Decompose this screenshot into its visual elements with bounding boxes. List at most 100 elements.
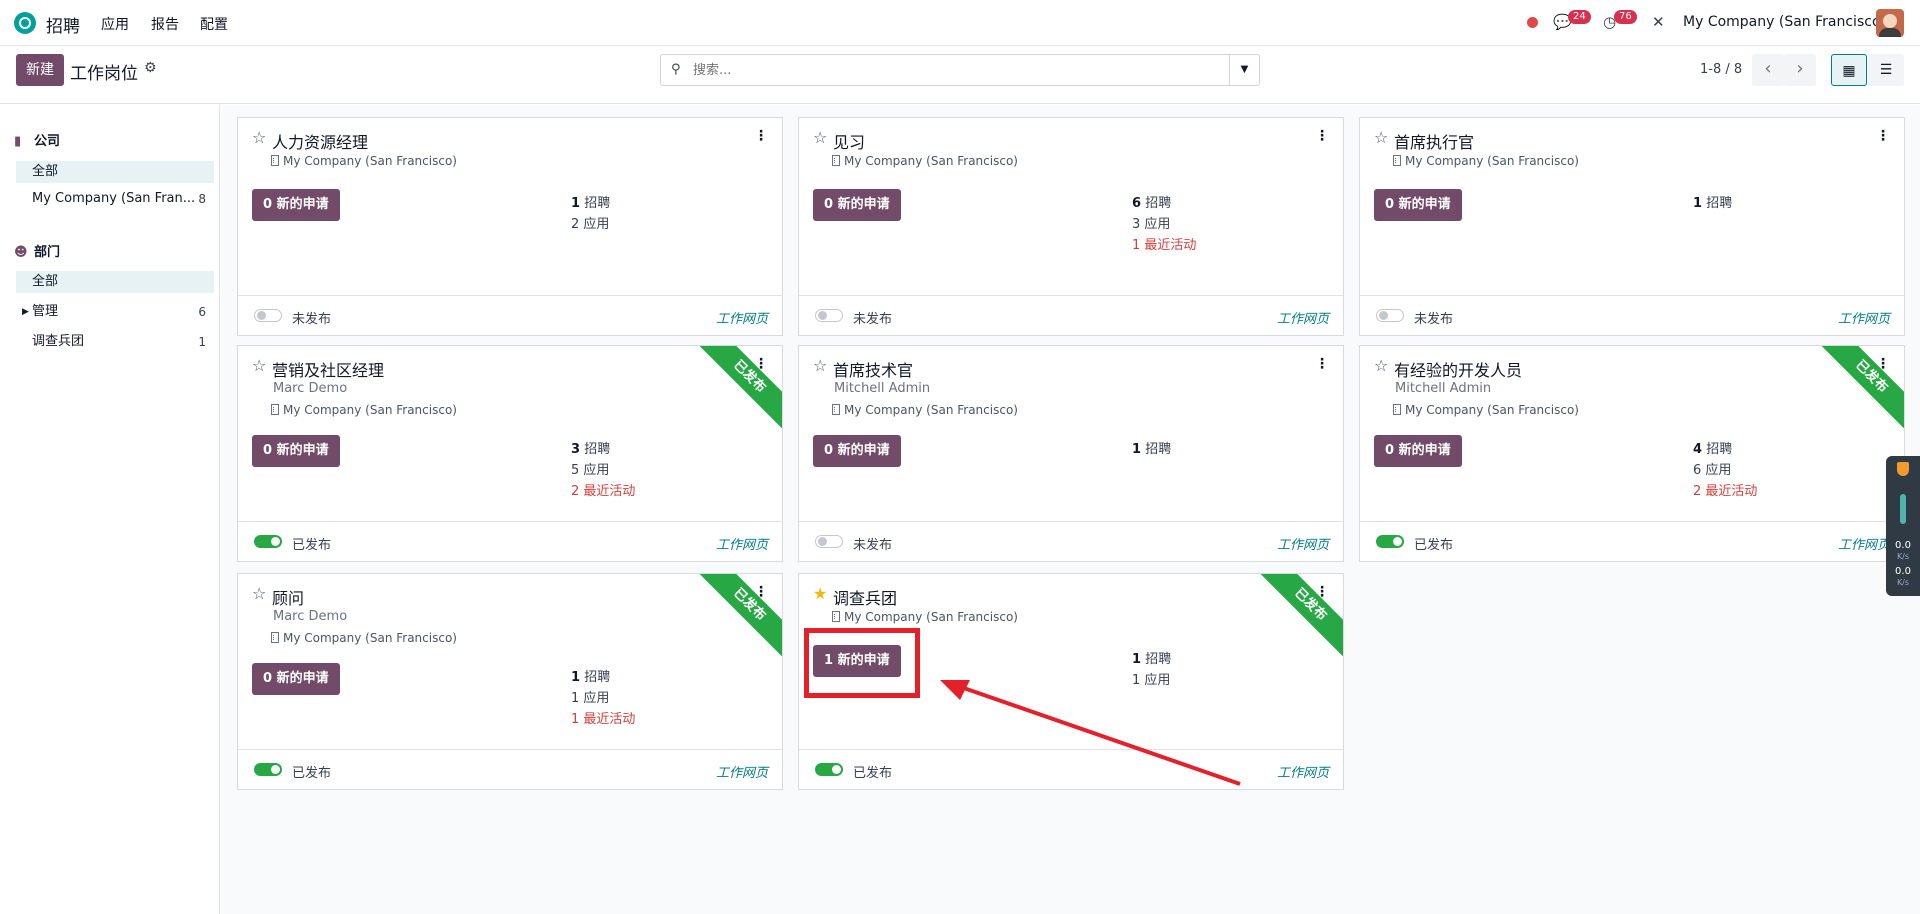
app-name[interactable]: 招聘: [46, 12, 80, 37]
job-card[interactable]: 已发布 ☆ 有经验的开发人员 ⋮ Mitchell Admin My Company (S…: [1359, 345, 1905, 562]
new-applications-button[interactable]: 0 新的申请: [813, 435, 901, 467]
star-icon[interactable]: ☆: [1374, 128, 1388, 147]
job-card[interactable]: ☆ 首席执行官 ⋮ My Company (San Francisco) 0 新的申请 1…: [1359, 117, 1905, 336]
job-website-link[interactable]: 工作网页: [1277, 762, 1329, 781]
job-website-link[interactable]: 工作网页: [716, 534, 768, 553]
department-filter-all[interactable]: 全部: [16, 271, 214, 293]
publish-toggle[interactable]: [1376, 535, 1404, 548]
job-card[interactable]: ☆ 人力资源经理 ⋮ My Company (San Francisco) 0 新的申请…: [237, 117, 783, 336]
to-recruit-stat[interactable]: 6 招聘: [1132, 192, 1171, 211]
recruitment-app-icon[interactable]: [14, 12, 36, 34]
publish-toggle[interactable]: [1376, 309, 1404, 322]
company-switcher[interactable]: My Company (San Francisco): [1683, 14, 1886, 30]
recording-status-icon[interactable]: [1527, 17, 1538, 28]
network-bar-icon: [1900, 494, 1906, 524]
pager-value[interactable]: 1-8 / 8: [1700, 62, 1742, 77]
job-card[interactable]: 已发布 ☆ 营销及社区经理 ⋮ Marc Demo My Company (San Fra…: [237, 345, 783, 562]
job-title[interactable]: 有经验的开发人员: [1394, 357, 1522, 381]
applications-stat[interactable]: 5 应用: [571, 459, 609, 478]
new-applications-button[interactable]: 0 新的申请: [252, 189, 340, 221]
caret-right-icon[interactable]: ▶: [22, 301, 29, 323]
recent-activity-stat[interactable]: 2 最近活动: [1693, 480, 1757, 499]
job-title[interactable]: 首席执行官: [1394, 129, 1474, 153]
publish-toggle[interactable]: [815, 309, 843, 322]
applications-stat[interactable]: 3 应用: [1132, 213, 1170, 232]
recent-activity-stat[interactable]: 1 最近活动: [1132, 234, 1196, 253]
applications-stat[interactable]: 6 应用: [1693, 459, 1731, 478]
chevron-left-icon[interactable]: ‹: [1752, 54, 1784, 86]
publish-toggle[interactable]: [815, 763, 843, 776]
to-recruit-stat[interactable]: 1 招聘: [1132, 438, 1171, 457]
publish-toggle[interactable]: [254, 535, 282, 548]
job-website-link[interactable]: 工作网页: [716, 762, 768, 781]
job-title[interactable]: 顾问: [272, 585, 304, 609]
user-avatar[interactable]: [1876, 9, 1904, 37]
star-icon[interactable]: ☆: [252, 584, 266, 603]
kebab-menu-icon[interactable]: ⋮: [1315, 584, 1329, 600]
job-website-link[interactable]: 工作网页: [1838, 534, 1890, 553]
job-title[interactable]: 营销及社区经理: [272, 357, 384, 381]
card-footer: 未发布 工作网页: [1360, 295, 1904, 335]
job-title[interactable]: 首席技术官: [833, 357, 913, 381]
kebab-menu-icon[interactable]: ⋮: [1315, 356, 1329, 372]
star-icon[interactable]: ☆: [813, 128, 827, 147]
star-icon[interactable]: ★: [813, 584, 827, 603]
kebab-menu-icon[interactable]: ⋮: [1876, 128, 1890, 144]
job-website-link[interactable]: 工作网页: [1277, 308, 1329, 327]
department-filter-management[interactable]: ▶ 管理 6: [16, 301, 214, 323]
job-card[interactable]: ☆ 见习 ⋮ My Company (San Francisco) 0 新的申请 6 招聘…: [798, 117, 1344, 336]
gear-icon[interactable]: ⚙: [144, 60, 157, 76]
new-applications-button[interactable]: 0 新的申请: [252, 663, 340, 695]
kebab-menu-icon[interactable]: ⋮: [754, 584, 768, 600]
list-view-icon[interactable]: ☰: [1868, 54, 1904, 86]
recent-activity-stat[interactable]: 2 最近活动: [571, 480, 635, 499]
publish-toggle[interactable]: [254, 763, 282, 776]
kebab-menu-icon[interactable]: ⋮: [1876, 356, 1890, 372]
kebab-menu-icon[interactable]: ⋮: [754, 128, 768, 144]
publish-toggle[interactable]: [254, 309, 282, 322]
job-card[interactable]: 已发布 ☆ 顾问 ⋮ Marc Demo My Company (San Francisc…: [237, 573, 783, 790]
new-applications-button[interactable]: 0 新的申请: [252, 435, 340, 467]
new-applications-button[interactable]: 0 新的申请: [1374, 435, 1462, 467]
star-icon[interactable]: ☆: [252, 128, 266, 147]
job-website-link[interactable]: 工作网页: [716, 308, 768, 327]
new-button[interactable]: 新建: [16, 54, 64, 86]
company-filter-all[interactable]: 全部: [16, 161, 214, 183]
to-recruit-stat[interactable]: 1 招聘: [571, 666, 610, 685]
job-title[interactable]: 人力资源经理: [272, 129, 368, 153]
kebab-menu-icon[interactable]: ⋮: [754, 356, 768, 372]
search-input[interactable]: [693, 61, 1213, 79]
search-options-toggle[interactable]: ▼: [1229, 55, 1259, 85]
star-icon[interactable]: ☆: [252, 356, 266, 375]
to-recruit-stat[interactable]: 1 招聘: [1693, 192, 1732, 211]
to-recruit-stat[interactable]: 1 招聘: [1132, 648, 1171, 667]
job-website-link[interactable]: 工作网页: [1277, 534, 1329, 553]
menu-config[interactable]: 配置: [200, 14, 228, 34]
applications-stat[interactable]: 2 应用: [571, 213, 609, 232]
page-title: 工作岗位: [70, 64, 138, 84]
kanban-view-icon[interactable]: ▦: [1831, 54, 1867, 86]
annotation-highlight-box: [804, 628, 920, 698]
star-icon[interactable]: ☆: [1374, 356, 1388, 375]
new-applications-button[interactable]: 0 新的申请: [813, 189, 901, 221]
to-recruit-stat[interactable]: 3 招聘: [571, 438, 610, 457]
job-title[interactable]: 见习: [833, 129, 865, 153]
recent-activity-stat[interactable]: 1 最近活动: [571, 708, 635, 727]
to-recruit-stat[interactable]: 4 招聘: [1693, 438, 1732, 457]
department-filter-survey-corps[interactable]: 调查兵团 1: [16, 331, 214, 353]
network-monitor-widget[interactable]: 0.0 K/s 0.0 K/s: [1886, 456, 1920, 596]
job-website-link[interactable]: 工作网页: [1838, 308, 1890, 327]
chevron-right-icon[interactable]: ›: [1784, 54, 1816, 86]
to-recruit-stat[interactable]: 1 招聘: [571, 192, 610, 211]
new-applications-button[interactable]: 0 新的申请: [1374, 189, 1462, 221]
publish-toggle[interactable]: [815, 535, 843, 548]
company-filter-my-company[interactable]: My Company (San Fran... 8: [16, 188, 214, 210]
job-title[interactable]: 调查兵团: [833, 585, 897, 609]
tools-icon[interactable]: ✕: [1652, 13, 1665, 31]
menu-apps[interactable]: 应用: [101, 14, 129, 34]
job-card[interactable]: ☆ 首席技术官 ⋮ Mitchell Admin My Company (San Fra…: [798, 345, 1344, 562]
kebab-menu-icon[interactable]: ⋮: [1315, 128, 1329, 144]
menu-reports[interactable]: 报告: [151, 14, 179, 34]
applications-stat[interactable]: 1 应用: [571, 687, 609, 706]
star-icon[interactable]: ☆: [813, 356, 827, 375]
